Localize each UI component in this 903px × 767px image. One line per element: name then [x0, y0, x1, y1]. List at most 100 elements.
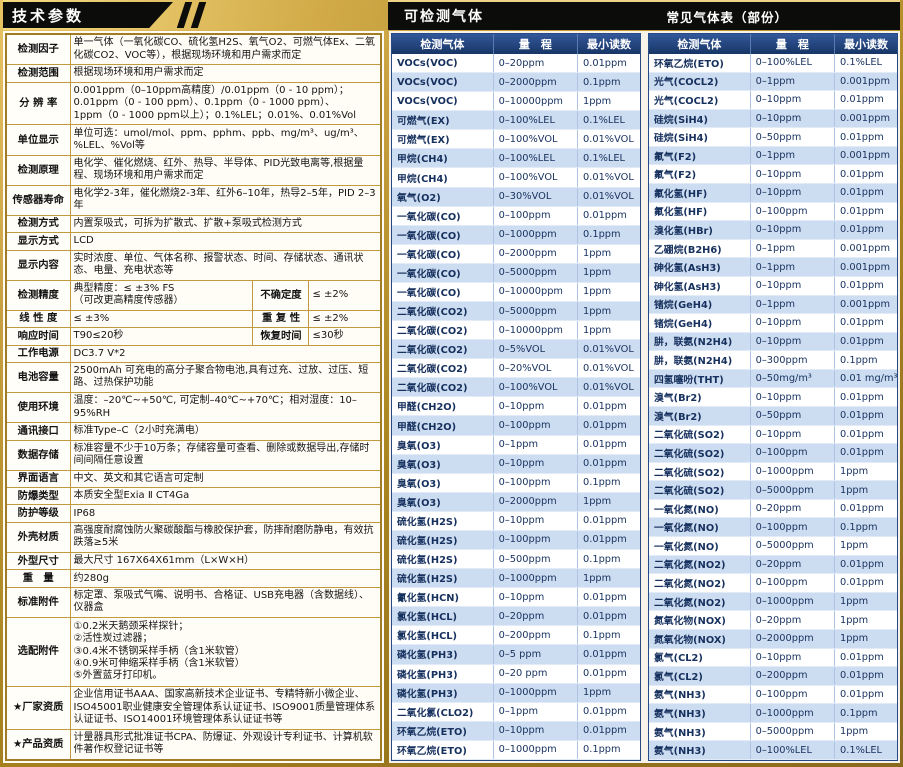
gas-name-cell: 二氧化硫(SO2)	[649, 481, 751, 499]
gas-row: 硫化氢(H2S)0–100ppm0.01ppm	[392, 531, 640, 550]
spec-value: 企业信用证书AAA、国家高新技术企业证书、专精特新小微企业、ISO45001职业…	[70, 686, 381, 729]
gas-min-reading-cell: 0.01ppm	[835, 203, 897, 221]
gas-min-reading-cell: 0.01ppm	[578, 54, 640, 72]
spec-row: ★厂家资质企业信用证书AAA、国家高新技术企业证书、专精特新小微企业、ISO45…	[6, 686, 381, 729]
gas-range-cell: 0–1000ppm	[751, 463, 835, 481]
gas-min-reading-cell: 0.01%VOL	[578, 359, 640, 377]
gas-range-cell: 0–10000ppm	[494, 321, 578, 339]
gas-range-cell: 0–1ppm	[751, 296, 835, 314]
spec-subvalue: ≤ ±2%	[309, 280, 381, 310]
gas-range-cell: 0–100ppm	[751, 574, 835, 592]
gas-range-cell: 0–20 ppm	[494, 665, 578, 683]
gas-range-cell: 0–50ppm	[751, 407, 835, 425]
gas-min-reading-cell: 0.01ppm	[835, 314, 897, 332]
gas-min-reading-cell: 1ppm	[835, 611, 897, 629]
spec-value: 单一气体（一氧化碳CO、硫化氢H2S、氧气O2、可燃气体Ex、二氧化碳CO2、V…	[70, 34, 381, 65]
gas-name-cell: 甲醛(CH2O)	[392, 397, 494, 415]
gas-min-reading-cell: 0.01ppm	[835, 407, 897, 425]
gas-row: 砷化氢(AsH3)0–1ppm0.001ppm	[649, 258, 897, 277]
tech-params-banner: 技术参数	[3, 2, 173, 28]
gas-name-cell: VOCs(VOC)	[392, 73, 494, 91]
gas-row: 甲烷(CH4)0–100%LEL0.1%LEL	[392, 149, 640, 168]
gas-name-cell: 臭氧(O3)	[392, 474, 494, 492]
gas-name-cell: 氯气(CL2)	[649, 649, 751, 667]
spec-label: 检测范围	[6, 65, 70, 82]
spec-label: 标准附件	[6, 587, 70, 617]
gas-row: 四氢噻吩(THT)0–50mg/m³0.01 mg/m³	[649, 370, 897, 389]
spec-label: 显示内容	[6, 250, 70, 280]
gas-min-reading-cell: 0.01%VOL	[578, 130, 640, 148]
gas-min-reading-cell: 0.01ppm	[835, 333, 897, 351]
gas-name-cell: 氨气(NH3)	[649, 741, 751, 759]
spec-label: 分 辨 率	[6, 82, 70, 125]
gas-row: 二氧化碳(CO2)0–20%VOL0.01%VOL	[392, 359, 640, 378]
spec-value: LCD	[70, 233, 381, 250]
gas-row: 二氧化碳(CO2)0–5000ppm1ppm	[392, 302, 640, 321]
spec-row: 选配附件①0.2米天鹅颈采样探针； ②活性炭过滤器； ③0.4米不锈钢采样手柄（…	[6, 617, 381, 686]
gas-range-cell: 0–100%LEL	[751, 741, 835, 759]
detectable-gas-title: 可检测气体	[388, 6, 484, 26]
gas-row: 一氧化碳(CO)0–2000ppm1ppm	[392, 245, 640, 264]
gas-name-cell: 二氧化氮(NO2)	[649, 556, 751, 574]
spec-label: 通讯接口	[6, 423, 70, 440]
gas-row: 氟化氢(HF)0–100ppm0.01ppm	[649, 203, 897, 222]
gas-min-reading-cell: 1ppm	[835, 723, 897, 741]
spec-label: 传感器寿命	[6, 185, 70, 215]
gas-range-cell: 0–1ppm	[494, 703, 578, 721]
gas-min-reading-cell: 0.1ppm	[835, 351, 897, 369]
gas-row: 锗烷(GeH4)0–1ppm0.001ppm	[649, 296, 897, 315]
gas-range-cell: 0–100ppm	[751, 203, 835, 221]
gas-name-cell: 氯化氢(HCL)	[392, 626, 494, 644]
gas-range-cell: 0–20ppm	[751, 611, 835, 629]
gas-name-cell: 环氧乙烷(ETO)	[392, 741, 494, 759]
gas-min-reading-cell: 0.01ppm	[835, 574, 897, 592]
gas-row: 可燃气(EX)0–100%LEL0.1%LEL	[392, 111, 640, 130]
spec-row: 检测原理电化学、催化燃烧、红外、热导、半导体、PID光致电离等,根据量程、现场环…	[6, 155, 381, 185]
gas-row: 肼，联氨(N2H4)0–300ppm0.1ppm	[649, 351, 897, 370]
gas-name-cell: 硫化氢(H2S)	[392, 512, 494, 530]
gas-row: 一氧化氮(NO)0–100ppm0.1ppm	[649, 518, 897, 537]
spec-sublabel: 恢复时间	[253, 328, 309, 345]
gas-min-reading-cell: 0.01ppm	[578, 512, 640, 530]
gas-min-reading-cell: 0.01ppm	[578, 588, 640, 606]
spec-row: 数据存储标准容量不少于10万条；存储容量可查看、删除或数据导出,存储时间间隔任意…	[6, 440, 381, 470]
gas-table-common-2: 检测气体量 程最小读数环氧乙烷(ETO)0–100%LEL0.1%LEL光气(C…	[648, 33, 898, 761]
gas-row: 光气(COCL2)0–1ppm0.001ppm	[649, 73, 897, 92]
gas-range-cell: 0–1000ppm	[494, 569, 578, 587]
spec-label: 检测精度	[6, 280, 70, 310]
detectable-gas-banner: 可检测气体 常见气体表（部份）	[388, 0, 900, 30]
gas-name-cell: 一氧化氮(NO)	[649, 500, 751, 518]
gas-row: 一氧化氮(NO)0–5000ppm1ppm	[649, 537, 897, 556]
gas-range-cell: 0–10000ppm	[494, 283, 578, 301]
spec-row: 外型尺寸最大尺寸 167X64X61mm（L×W×H）	[6, 552, 381, 569]
gas-name-cell: 氯气(CL2)	[649, 667, 751, 685]
gas-name-cell: 溴化氢(HBr)	[649, 221, 751, 239]
gas-range-cell: 0–1ppm	[751, 73, 835, 91]
gas-range-cell: 0–2000ppm	[494, 73, 578, 91]
spec-value: 中文、英文和其它语言可定制	[70, 470, 381, 487]
gas-name-cell: 二氧化碳(CO2)	[392, 378, 494, 396]
gas-range-cell: 0–5%VOL	[494, 340, 578, 358]
gas-min-reading-cell: 0.01ppm	[835, 184, 897, 202]
gas-name-cell: 氰化氢(HCN)	[392, 588, 494, 606]
gas-min-reading-cell: 0.01%VOL	[578, 340, 640, 358]
gas-range-cell: 0–20ppm	[751, 500, 835, 518]
gas-range-cell: 0–100%LEL	[494, 149, 578, 167]
gas-row: 二氧化硫(SO2)0–5000ppm1ppm	[649, 481, 897, 500]
gas-name-cell: 氨气(NH3)	[649, 686, 751, 704]
gas-row: 二氧化碳(CO2)0–100%VOL0.01%VOL	[392, 378, 640, 397]
spec-value: 标准容量不少于10万条；存储容量可查看、删除或数据导出,存储时间间隔任意设置	[70, 440, 381, 470]
black-stripe-decoration	[177, 2, 192, 28]
gas-row: 氧气(O2)0–30%VOL0.01%VOL	[392, 188, 640, 207]
spec-label: 检测方式	[6, 215, 70, 232]
gas-min-reading-cell: 0.1ppm	[578, 550, 640, 568]
gas-range-cell: 0–10ppm	[751, 649, 835, 667]
gas-row: 二氧化碳(CO2)0–5%VOL0.01%VOL	[392, 340, 640, 359]
gas-range-cell: 0–10ppm	[751, 184, 835, 202]
gas-range-cell: 0–20ppm	[494, 54, 578, 72]
gas-range-cell: 0–1000ppm	[494, 684, 578, 702]
gas-range-cell: 0–100%LEL	[494, 111, 578, 129]
datasheet-page: 技术参数 可检测气体 常见气体表（部份） 检测因子单一气体（一氧化碳CO、硫化氢…	[0, 0, 903, 767]
gas-row: 氨气(NH3)0–5000ppm1ppm	[649, 723, 897, 742]
technical-specs-table: 检测因子单一气体（一氧化碳CO、硫化氢H2S、氧气O2、可燃气体Ex、二氧化碳C…	[5, 33, 382, 761]
